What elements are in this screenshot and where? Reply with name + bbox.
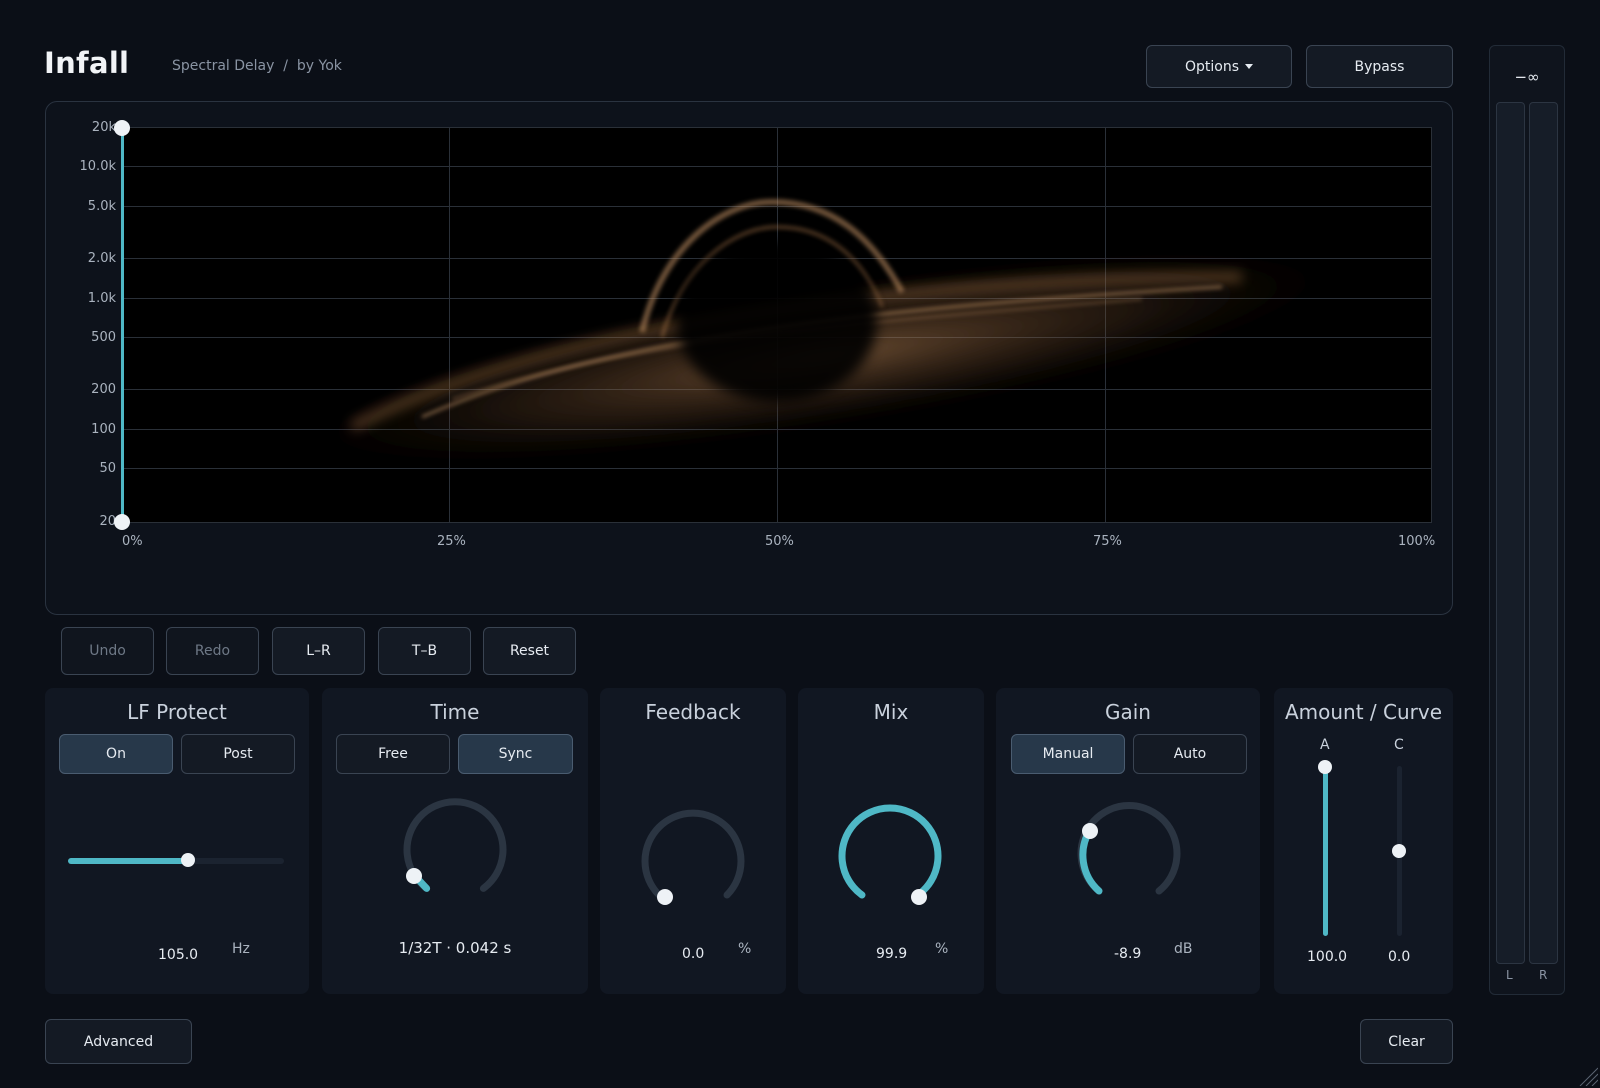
amount-curve-panel (1274, 688, 1453, 994)
feedback-value: 0.0 (682, 946, 705, 962)
meter-label-right: R (1539, 968, 1548, 982)
chevron-down-icon (1245, 64, 1254, 69)
amount-c-label: C (1394, 737, 1404, 753)
options-label: Options (1184, 58, 1240, 75)
gain-knob[interactable] (1069, 797, 1189, 917)
curve-c-value: 0.0 (1388, 949, 1411, 965)
y-axis-label: 2.0k (87, 251, 116, 266)
lf-protect-on-button[interactable]: On (59, 734, 173, 774)
curve-slider[interactable] (1392, 766, 1406, 936)
x-axis-label: 75% (1093, 534, 1122, 549)
spectral-plot[interactable] (122, 127, 1432, 523)
feedback-knob[interactable] (633, 799, 753, 919)
lf-protect-title: LF Protect (127, 700, 227, 724)
x-axis-label: 25% (437, 534, 466, 549)
mix-knob[interactable] (830, 799, 950, 919)
gain-value: -8.9 (1114, 946, 1142, 962)
amount-slider[interactable] (1318, 760, 1332, 936)
time-title: Time (430, 700, 480, 724)
amount-a-value: 100.0 (1307, 949, 1348, 965)
time-cursor-top-handle[interactable] (114, 120, 130, 136)
spectrogram-image (308, 198, 1336, 464)
y-axis-label: 10.0k (79, 159, 116, 174)
time-knob[interactable] (395, 794, 515, 914)
y-axis-label: 50 (99, 461, 116, 476)
y-axis-label: 20k (91, 120, 116, 135)
mix-title: Mix (873, 700, 909, 724)
reset-button[interactable]: Reset (483, 627, 576, 675)
amount-curve-title: Amount / Curve (1284, 700, 1443, 724)
time-value: 1/32T · 0.042 s (398, 939, 512, 957)
time-cursor-bottom-handle[interactable] (114, 514, 130, 530)
mix-unit: % (935, 941, 949, 957)
y-axis-label: 5.0k (87, 199, 116, 214)
amount-slider-handle[interactable] (1318, 760, 1332, 774)
lf-protect-slider[interactable] (68, 853, 284, 867)
lf-protect-post-button[interactable]: Post (181, 734, 295, 774)
options-button[interactable]: Options (1146, 45, 1292, 88)
y-axis-label: 1.0k (87, 291, 116, 306)
x-axis-label: 0% (122, 534, 143, 549)
bypass-button[interactable]: Bypass (1306, 45, 1453, 88)
lf-protect-value: 105.0 (158, 947, 199, 963)
lf-protect-unit: Hz (232, 941, 250, 957)
meter-bar-left (1496, 102, 1525, 964)
redo-button[interactable]: Redo (166, 627, 259, 675)
feedback-unit: % (738, 941, 752, 957)
meter-readout: −∞ (1514, 68, 1540, 86)
mix-value: 99.9 (876, 946, 908, 962)
amount-a-label: A (1320, 737, 1330, 753)
time-sync-button[interactable]: Sync (458, 734, 573, 774)
app-title: Infall (44, 46, 130, 80)
time-cursor-line[interactable] (121, 127, 124, 523)
gain-manual-button[interactable]: Manual (1011, 734, 1125, 774)
meter-bar-right (1529, 102, 1558, 964)
resize-grip-icon[interactable] (1578, 1066, 1598, 1086)
flip-tb-button[interactable]: T–B (378, 627, 471, 675)
gain-auto-button[interactable]: Auto (1133, 734, 1247, 774)
plugin-subtitle: Spectral Delay / by Yok (172, 58, 342, 74)
lf-protect-slider-fill (68, 858, 187, 864)
y-axis-label: 100 (91, 422, 116, 437)
time-free-button[interactable]: Free (336, 734, 450, 774)
clear-button[interactable]: Clear (1360, 1019, 1453, 1064)
feedback-title: Feedback (645, 700, 741, 724)
x-axis-label: 100% (1398, 534, 1436, 549)
curve-slider-handle[interactable] (1392, 844, 1406, 858)
undo-button[interactable]: Undo (61, 627, 154, 675)
y-axis-label: 200 (91, 382, 116, 397)
lf-protect-slider-handle[interactable] (181, 853, 195, 867)
gain-title: Gain (1105, 700, 1151, 724)
y-axis-label: 500 (91, 330, 116, 345)
advanced-button[interactable]: Advanced (45, 1019, 192, 1064)
flip-lr-button[interactable]: L–R (272, 627, 365, 675)
x-axis-label: 50% (765, 534, 794, 549)
meter-label-left: L (1506, 968, 1513, 982)
gain-unit: dB (1174, 941, 1193, 957)
